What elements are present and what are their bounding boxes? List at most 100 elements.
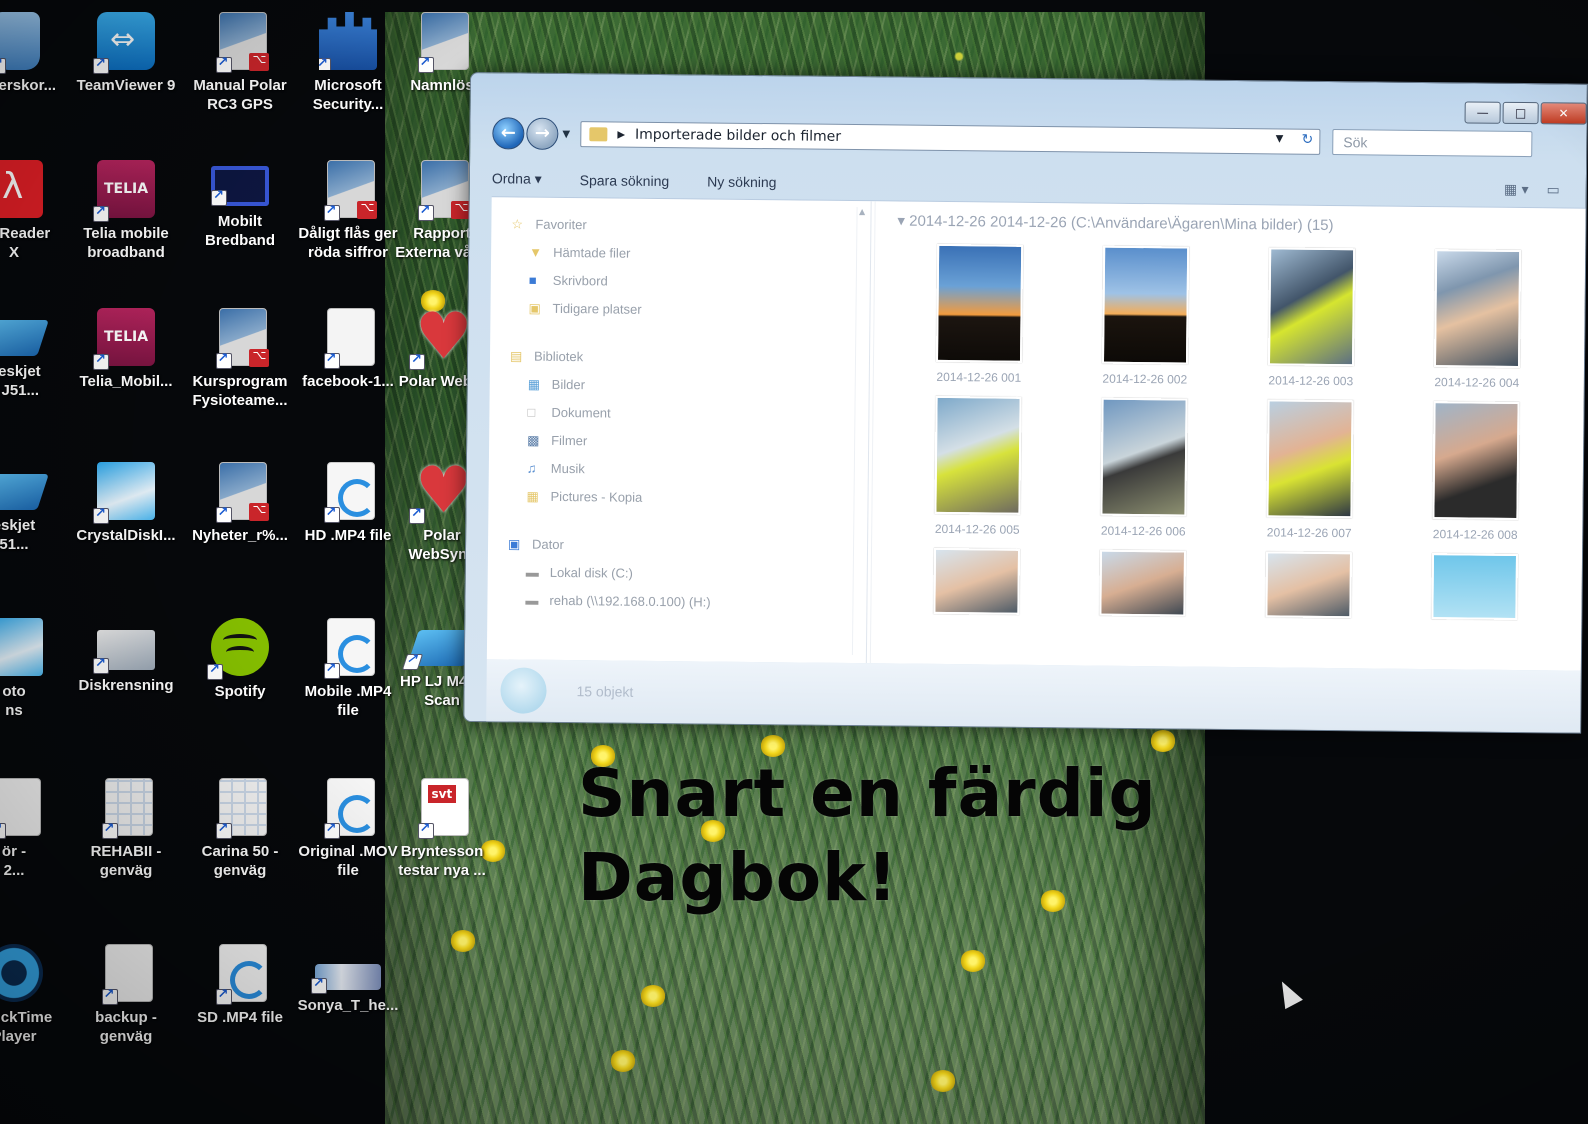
desktop-shortcut-label: ör - 2... [1,843,27,879]
desktop-shortcut[interactable]: Deskjet 0 J51... [0,308,68,400]
nav-item-music[interactable]: ♫ Musik [509,453,868,485]
favorites-header[interactable]: ☆ Favoriter [511,209,870,241]
video-file-icon [311,964,381,994]
shortcut-arrow-icon [323,203,340,221]
desktop-shortcut[interactable]: eskjet 51... [0,462,68,554]
shortcut-arrow-icon [215,351,232,369]
desktop-shortcut[interactable]: apperskor... [0,12,68,95]
desktop-shortcut-label: Original .MOV file [298,843,398,879]
desktop-shortcut[interactable]: be Reader X [0,160,68,262]
nav-item-local-disk[interactable]: ▬ Lokal disk (C:) [508,557,867,589]
photo-thumbnail[interactable]: 2014-12-26 002 [1062,245,1229,389]
folder-icon [589,127,608,142]
shortcut-arrow-icon [211,188,227,206]
document-icon [0,778,41,839]
desktop-shortcut[interactable]: oto ns [0,618,68,720]
pdf-document-icon [215,462,269,523]
item-count: 15 objekt [576,683,634,700]
desktop-shortcut[interactable]: TeamViewer 9 [72,12,180,95]
organize-button[interactable]: Ordna ▾ [492,170,542,188]
desktop-shortcut[interactable]: Microsoft Security... [294,12,402,114]
desktop-shortcut[interactable]: Carina 50 - genväg [186,778,294,880]
shortcut-arrow-icon [0,56,6,74]
desktop-shortcut-label: QuickTime Player [0,1009,53,1045]
computer-header[interactable]: ▣ Dator [508,529,867,561]
back-button[interactable]: ← [492,117,525,150]
desktop-shortcut[interactable]: ör - 2... [0,778,68,880]
nav-item-pictures[interactable]: ▦ Bilder [510,369,869,401]
nav-item-network-drive[interactable]: ▬ rehab (\\192.168.0.100) (H:) [507,585,866,617]
desktop-shortcut[interactable]: Manual Polar RC3 GPS [186,12,294,114]
photo-thumbnail[interactable]: 2014-12-26 006 [1060,397,1227,541]
shortcut-arrow-icon [215,55,232,73]
address-bar[interactable]: ▶ Importerade bilder och filmer ▼ ↻ [580,121,1321,155]
desktop-shortcut-label: oto ns [2,683,26,719]
desktop-shortcut[interactable]: SD .MP4 file [186,944,294,1027]
nav-item-label: Pictures - Kopia [550,488,643,505]
search-input[interactable]: Sök [1332,129,1533,158]
desktop-shortcut[interactable]: TELIA Telia_Mobil... [72,308,180,391]
desktop-shortcut-label: Nyheter_r%... [192,527,288,544]
minimize-button[interactable]: — [1464,101,1501,124]
desktop-shortcut[interactable]: REHABII - genväg [72,778,180,880]
shortcut-arrow-icon [101,821,118,839]
nav-item-documents[interactable]: □ Dokument [509,397,868,429]
new-search-button[interactable]: Ny sökning [707,173,776,190]
desktop-shortcut[interactable]: facebook-1... [294,308,402,391]
photo-thumbnail[interactable]: 2014-12-26 001 [896,243,1063,387]
photo-thumbnail[interactable]: 2014-12-26 008 [1392,401,1559,545]
nav-item-desktop[interactable]: ■ Skrivbord [511,265,870,297]
preview-pane-icon[interactable]: ▭ [1547,182,1560,198]
group-header[interactable]: ▾ 2014-12-26 2014-12-26 (C:\Användare\Äg… [897,211,1585,236]
close-button[interactable]: ✕ [1540,102,1587,125]
desktop-shortcut[interactable]: backup - genväg [72,944,180,1046]
desktop-shortcut[interactable]: Dåligt flås ger röda siffror [294,160,402,262]
desktop-shortcut[interactable]: Bryntesson testar nya ... [388,778,496,880]
chevron-down-icon[interactable]: ▼ [1276,133,1284,144]
file-list-pane: ▾ 2014-12-26 2014-12-26 (C:\Användare\Äg… [866,201,1586,670]
desktop-shortcut[interactable]: TELIATelia mobile broadband [72,160,180,262]
heart-icon [409,300,472,374]
photo-thumbnail[interactable]: 2014-12-26 003 [1228,247,1395,391]
photo-thumbnail[interactable] [893,547,1060,639]
nav-item-recent-places[interactable]: ▣ Tidigare platser [510,293,869,325]
shortcut-arrow-icon [215,505,232,523]
spotify-icon [207,618,269,680]
desktop-shortcut[interactable]: Mobilt Bredband [186,160,294,250]
forward-button[interactable]: → [526,117,559,150]
libraries-header[interactable]: ▤ Bibliotek [510,341,869,373]
photo-thumbnail[interactable]: 2014-12-26 007 [1226,399,1393,543]
downloads-icon: ▼ [529,244,543,260]
dandelion [960,950,986,972]
photo-thumbnail[interactable] [1059,549,1226,641]
desktop-shortcut-label: Spotify [214,683,266,700]
library-icon: ▤ [509,347,523,364]
desktop-shortcut[interactable]: Spotify [186,618,294,701]
desktop-shortcut[interactable]: CrystalDiskI... [72,462,180,545]
view-options-icon[interactable]: ▦ ▾ [1504,182,1529,198]
photo-thumbnail[interactable]: 2014-12-26 005 [894,395,1061,539]
photo-thumbnail[interactable]: 2014-12-26 004 [1394,249,1561,393]
explorer-window[interactable]: — □ ✕ ← → ▼ ▶ Importerade bilder och fil… [463,72,1588,734]
desktop-shortcut[interactable]: QuickTime Player [0,944,68,1046]
refresh-icon[interactable]: ↻ [1302,132,1314,148]
nav-item-pictures-copy[interactable]: ▦ Pictures - Kopia [508,481,867,513]
desktop-shortcut[interactable]: Mobile .MP4 file [294,618,402,720]
desktop-shortcut[interactable]: Original .MOV file [294,778,402,880]
desktop-shortcut[interactable]: Kursprogram Fysioteame... [186,308,294,410]
recent-pages-dropdown[interactable]: ▼ [562,128,576,139]
desktop-shortcut[interactable]: HD .MP4 file [294,462,402,545]
thumbnail-image [1431,553,1519,620]
chevron-right-icon[interactable]: ▶ [617,129,625,140]
nav-item-downloads[interactable]: ▼ Hämtade filer [511,237,870,269]
nav-item-videos[interactable]: ▩ Filmer [509,425,868,457]
desktop-shortcut[interactable]: Diskrensning [72,618,180,695]
teamviewer-icon [93,12,155,74]
photo-thumbnail[interactable] [1225,551,1392,643]
save-search-button[interactable]: Spara sökning [580,172,670,189]
photo-thumbnail[interactable] [1391,553,1558,645]
desktop-shortcut[interactable]: Sonya_T_he... [294,944,402,1015]
pdf-document-icon [215,12,269,73]
desktop-shortcut[interactable]: Nyheter_r%... [186,462,294,545]
maximize-button[interactable]: □ [1502,101,1539,125]
